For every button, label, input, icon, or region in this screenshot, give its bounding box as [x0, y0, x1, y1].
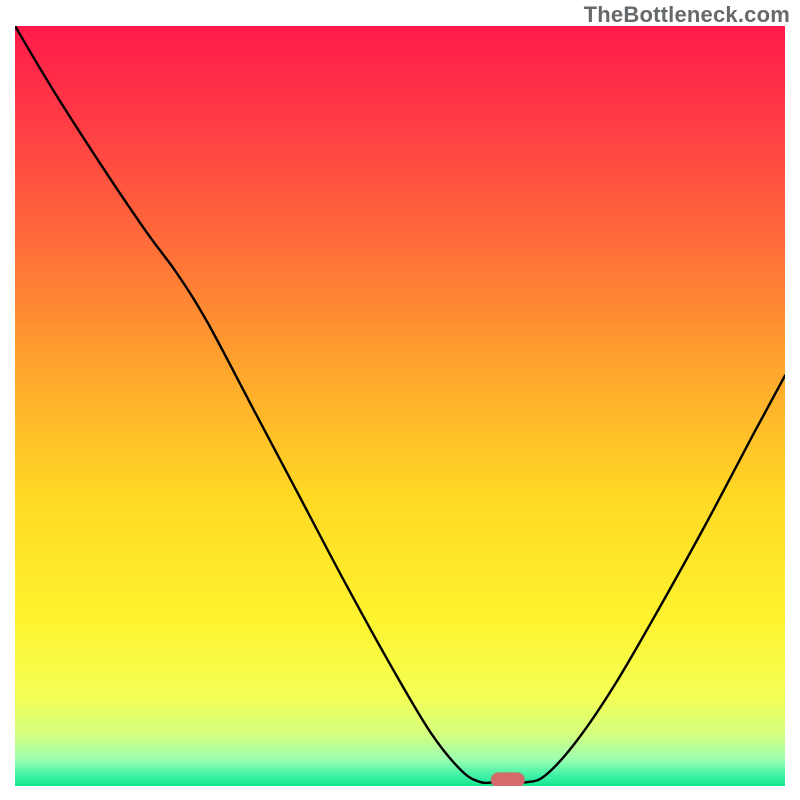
gradient-background [15, 26, 785, 786]
chart-svg [15, 26, 785, 786]
optimal-marker [491, 772, 525, 786]
attribution-label: TheBottleneck.com [584, 2, 790, 28]
bottleneck-chart [15, 26, 785, 786]
chart-container: TheBottleneck.com [0, 0, 800, 800]
